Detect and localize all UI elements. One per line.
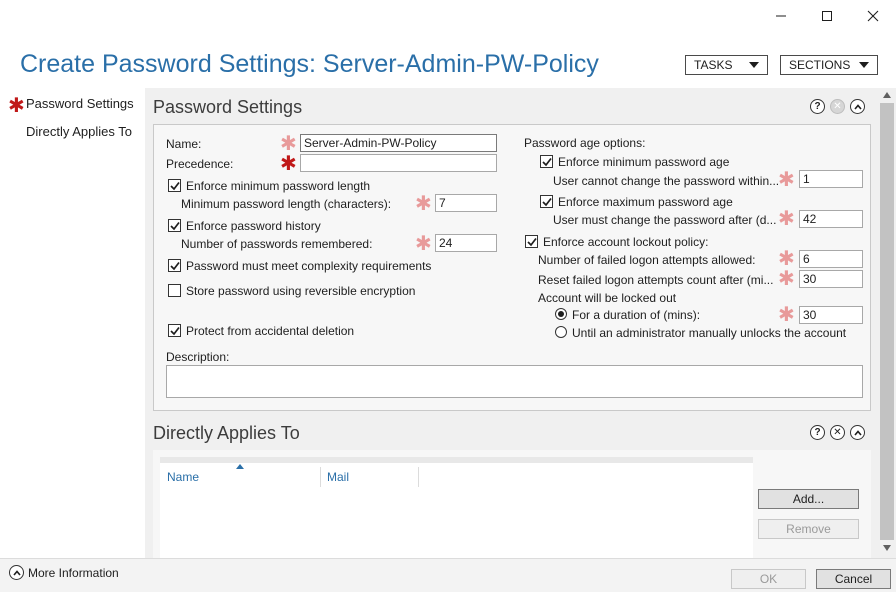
required-asterisk-icon: ✱ bbox=[280, 153, 297, 175]
sort-ascending-icon bbox=[236, 464, 244, 469]
required-asterisk-icon: ✱ bbox=[280, 133, 297, 155]
reversible-encryption-label: Store password using reversible encrypti… bbox=[186, 284, 416, 298]
chevron-down-icon bbox=[749, 62, 759, 68]
name-field[interactable]: Server-Admin-PW-Policy bbox=[300, 134, 497, 152]
collapse-icon[interactable] bbox=[850, 99, 865, 114]
max-age-field[interactable]: 42 bbox=[799, 210, 863, 228]
enforce-min-length-checkbox[interactable] bbox=[168, 179, 181, 192]
nav-item-directly-applies-to[interactable]: Directly Applies To bbox=[26, 124, 132, 139]
min-length-label: Minimum password length (characters): bbox=[181, 197, 392, 211]
min-age-field[interactable]: 1 bbox=[799, 170, 863, 188]
close-section-icon: ✕ bbox=[830, 99, 845, 114]
column-divider bbox=[320, 467, 321, 487]
remove-button[interactable]: Remove bbox=[758, 519, 859, 539]
lockout-policy-checkbox[interactable] bbox=[525, 235, 538, 248]
more-info-icon[interactable] bbox=[9, 565, 24, 580]
description-label: Description: bbox=[166, 350, 230, 364]
tasks-label: TASKS bbox=[694, 58, 733, 72]
applies-to-grid[interactable]: Name Mail bbox=[160, 457, 753, 558]
history-label: Number of passwords remembered: bbox=[181, 237, 373, 251]
history-field[interactable]: 24 bbox=[435, 234, 497, 252]
description-field[interactable] bbox=[166, 365, 863, 398]
admin-unlock-label: Until an administrator manually unlocks … bbox=[572, 326, 847, 340]
checkmark-icon bbox=[169, 261, 180, 270]
column-header-mail[interactable]: Mail bbox=[327, 470, 349, 484]
required-asterisk-icon: ✱ bbox=[415, 193, 432, 215]
column-divider bbox=[418, 467, 419, 487]
max-age-label: User must change the password after (d..… bbox=[553, 213, 777, 227]
required-asterisk-icon: ✱ bbox=[778, 169, 795, 191]
minimize-button[interactable] bbox=[758, 0, 804, 32]
chevron-down-icon bbox=[859, 62, 869, 68]
scroll-up-icon[interactable] bbox=[883, 92, 891, 98]
minimize-icon bbox=[776, 15, 786, 17]
enforce-history-label: Enforce password history bbox=[186, 219, 321, 233]
column-header-name[interactable]: Name bbox=[167, 470, 199, 484]
sections-label: SECTIONS bbox=[789, 58, 851, 72]
collapse-icon[interactable] bbox=[850, 425, 865, 440]
required-asterisk-icon: ✱ bbox=[778, 304, 795, 326]
nav-item-password-settings[interactable]: Password Settings bbox=[26, 96, 134, 111]
cancel-button[interactable]: Cancel bbox=[816, 569, 891, 589]
scroll-down-icon[interactable] bbox=[883, 545, 891, 551]
maximize-icon bbox=[822, 11, 832, 21]
failed-attempts-field[interactable]: 6 bbox=[799, 250, 863, 268]
enforce-max-age-checkbox[interactable] bbox=[540, 195, 553, 208]
ok-button[interactable]: OK bbox=[731, 569, 806, 589]
add-button[interactable]: Add... bbox=[758, 489, 859, 509]
password-settings-title: Password Settings bbox=[153, 97, 303, 117]
protect-deletion-label: Protect from accidental deletion bbox=[186, 324, 355, 338]
lockout-policy-label: Enforce account lockout policy: bbox=[543, 235, 709, 249]
close-icon bbox=[867, 10, 879, 22]
min-age-label: User cannot change the password within..… bbox=[553, 174, 780, 188]
enforce-min-length-label: Enforce minimum password length bbox=[186, 179, 371, 193]
protect-deletion-checkbox[interactable] bbox=[168, 324, 181, 337]
age-options-label: Password age options: bbox=[524, 136, 646, 150]
complexity-label: Password must meet complexity requiremen… bbox=[186, 259, 432, 273]
sections-button[interactable]: SECTIONS bbox=[780, 55, 878, 75]
required-asterisk-icon: ✱ bbox=[778, 268, 795, 290]
failed-attempts-label: Number of failed logon attempts allowed: bbox=[538, 253, 756, 267]
checkmark-icon bbox=[541, 157, 552, 166]
checkmark-icon bbox=[169, 221, 180, 230]
directly-applies-title: Directly Applies To bbox=[153, 423, 300, 443]
tasks-button[interactable]: TASKS bbox=[685, 55, 768, 75]
locked-out-label: Account will be locked out bbox=[538, 291, 677, 305]
reset-count-label: Reset failed logon attempts count after … bbox=[538, 273, 774, 287]
required-asterisk-icon: ✱ bbox=[415, 233, 432, 255]
required-asterisk-icon: ✱ bbox=[8, 95, 25, 117]
reversible-encryption-checkbox[interactable] bbox=[168, 284, 181, 297]
maximize-button[interactable] bbox=[804, 0, 850, 32]
help-icon[interactable]: ? bbox=[810, 99, 825, 114]
complexity-checkbox[interactable] bbox=[168, 259, 181, 272]
duration-label: For a duration of (mins): bbox=[572, 308, 701, 322]
enforce-min-age-label: Enforce minimum password age bbox=[558, 155, 730, 169]
more-information-link[interactable]: More Information bbox=[28, 566, 119, 580]
min-length-field[interactable]: 7 bbox=[435, 194, 497, 212]
enforce-max-age-label: Enforce maximum password age bbox=[558, 195, 733, 209]
checkmark-icon bbox=[169, 181, 180, 190]
help-icon[interactable]: ? bbox=[810, 425, 825, 440]
reset-count-field[interactable]: 30 bbox=[799, 270, 863, 288]
close-section-icon[interactable]: ✕ bbox=[830, 425, 845, 440]
duration-field[interactable]: 30 bbox=[799, 306, 863, 324]
enforce-min-age-checkbox[interactable] bbox=[540, 155, 553, 168]
checkmark-icon bbox=[526, 237, 537, 246]
close-button[interactable] bbox=[850, 0, 896, 32]
name-label: Name: bbox=[166, 137, 202, 151]
checkmark-icon bbox=[169, 326, 180, 335]
radio-selected-icon bbox=[558, 311, 564, 317]
required-asterisk-icon: ✱ bbox=[778, 208, 795, 230]
checkmark-icon bbox=[541, 197, 552, 206]
scrollbar-thumb[interactable] bbox=[880, 103, 894, 540]
precedence-label: Precedence: bbox=[166, 157, 234, 171]
page-title: Create Password Settings: Server-Admin-P… bbox=[20, 50, 599, 78]
precedence-field[interactable] bbox=[300, 154, 497, 172]
enforce-history-checkbox[interactable] bbox=[168, 219, 181, 232]
duration-radio[interactable] bbox=[555, 308, 567, 320]
required-asterisk-icon: ✱ bbox=[778, 248, 795, 270]
admin-unlock-radio[interactable] bbox=[555, 326, 567, 338]
